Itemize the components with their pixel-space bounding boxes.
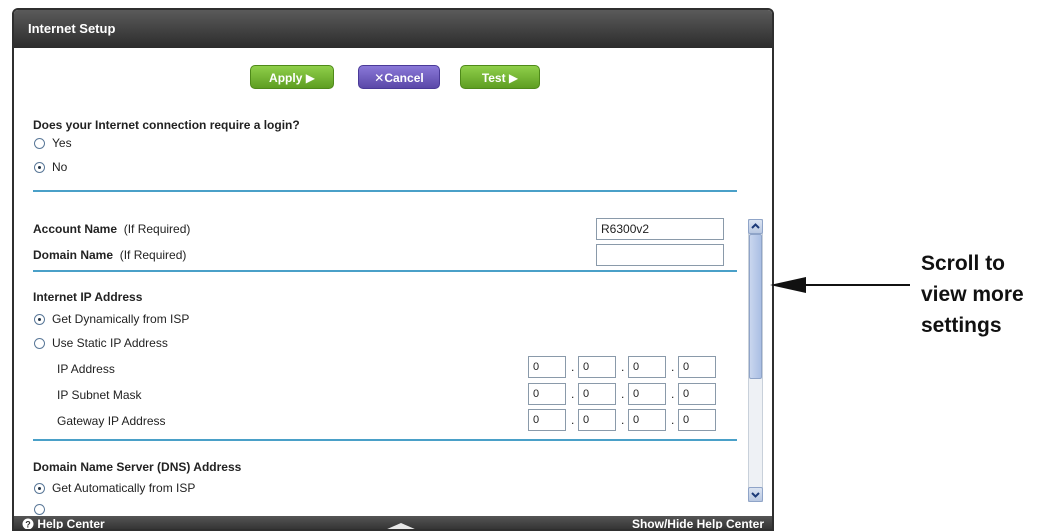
octet-separator: . [571,413,575,427]
title-bar: Internet Setup [14,10,772,48]
internet-setup-panel: Internet Setup Apply ▶ ✕Cancel Test ▶ Do… [12,8,774,531]
dns-auto-label: Get Automatically from ISP [52,481,196,495]
login-yes-radio[interactable] [34,138,45,149]
annotation-arrow [770,277,910,293]
apply-button[interactable]: Apply ▶ [250,65,334,89]
subnet-mask-octet-1[interactable]: 0 [528,383,566,405]
ip-address-octet-1[interactable]: 0 [528,356,566,378]
show-hide-help-link[interactable]: Show/Hide Help Center [632,517,764,529]
scrollbar-thumb[interactable] [749,234,762,379]
login-no-radio[interactable] [34,162,45,173]
scroll-down-button[interactable] [748,487,763,502]
internet-ip-heading: Internet IP Address [33,290,143,304]
gateway-ip-octet-4[interactable]: 0 [678,409,716,431]
section-divider [33,270,737,272]
octet-separator: . [621,387,625,401]
dns-manual-radio[interactable] [34,504,45,515]
help-icon: ? [22,518,34,530]
ip-address-octet-4[interactable]: 0 [678,356,716,378]
login-question-label: Does your Internet connection require a … [33,118,300,132]
svg-text:?: ? [25,520,31,530]
cancel-label: Cancel [384,71,424,85]
subnet-mask-octet-3[interactable]: 0 [628,383,666,405]
account-name-label: Account Name (If Required) [33,222,191,236]
dns-auto-radio[interactable] [34,483,45,494]
ip-static-label: Use Static IP Address [52,336,168,350]
gateway-ip-octet-1[interactable]: 0 [528,409,566,431]
section-divider [33,439,737,441]
close-icon: ✕ [374,71,385,85]
scroll-annotation: Scroll to view more settings [921,252,1024,337]
dns-heading: Domain Name Server (DNS) Address [33,460,242,474]
ip-address-octet-3[interactable]: 0 [628,356,666,378]
ip-static-radio[interactable] [34,338,45,349]
domain-name-input[interactable] [596,244,724,266]
page-title: Internet Setup [28,21,116,36]
section-divider [33,190,737,192]
octet-separator: . [671,387,675,401]
login-no-label: No [52,160,68,174]
ip-dynamic-label: Get Dynamically from ISP [52,312,190,326]
octet-separator: . [621,413,625,427]
domain-name-label: Domain Name (If Required) [33,248,187,262]
subnet-mask-octet-4[interactable]: 0 [678,383,716,405]
octet-separator: . [621,360,625,374]
gateway-ip-octet-3[interactable]: 0 [628,409,666,431]
account-name-input[interactable]: R6300v2 [596,218,724,240]
help-center-link[interactable]: ? Help Center [22,517,105,530]
login-yes-label: Yes [52,136,72,150]
footer-bar: ? Help Center Show/Hide Help Center [14,516,772,531]
test-button[interactable]: Test ▶ [460,65,540,89]
ip-address-octet-2[interactable]: 0 [578,356,616,378]
ip-dynamic-radio[interactable] [34,314,45,325]
gateway-ip-octet-2[interactable]: 0 [578,409,616,431]
cancel-button[interactable]: ✕Cancel [358,65,440,89]
subnet-mask-octet-2[interactable]: 0 [578,383,616,405]
chevron-down-icon [751,492,760,498]
collapse-handle-icon[interactable] [378,522,424,531]
octet-separator: . [671,413,675,427]
scroll-up-button[interactable] [748,219,763,234]
octet-separator: . [671,360,675,374]
gateway-ip-label: Gateway IP Address [57,414,166,428]
octet-separator: . [571,360,575,374]
octet-separator: . [571,387,575,401]
ip-address-label: IP Address [57,362,115,376]
chevron-up-icon [751,223,760,229]
subnet-mask-label: IP Subnet Mask [57,388,142,402]
